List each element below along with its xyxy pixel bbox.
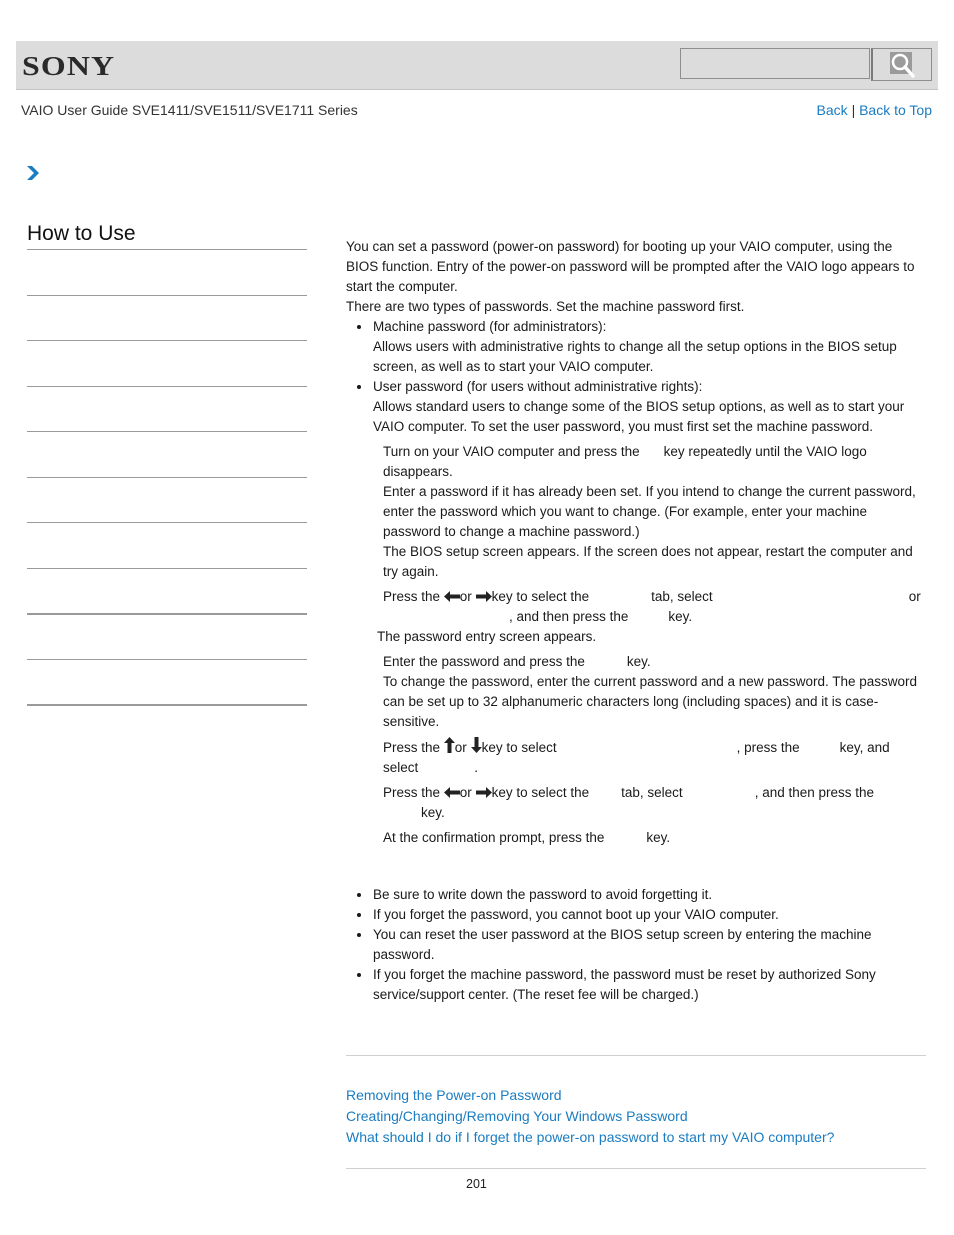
password-type-item: Machine password (for administrators): A… bbox=[346, 317, 928, 377]
step-3: Enter the password and press the key. To … bbox=[346, 652, 928, 732]
step-text-part: tab, select bbox=[651, 589, 713, 604]
step-text-part: key to select the bbox=[491, 589, 590, 604]
sidebar-item[interactable] bbox=[27, 659, 307, 660]
note-item: If you forget the password, you cannot b… bbox=[346, 905, 928, 925]
step-note: The password entry screen appears. bbox=[377, 629, 597, 644]
step-text-part: or bbox=[454, 740, 467, 755]
step-5: Press the or key to select the tab, selec… bbox=[346, 783, 928, 823]
page-number: 201 bbox=[466, 1177, 487, 1191]
step-text-part: , press the bbox=[736, 740, 800, 755]
password-type-title: Machine password (for administrators): bbox=[373, 319, 607, 334]
right-arrow-key-icon bbox=[475, 591, 492, 602]
step-text-part: key. bbox=[668, 609, 693, 624]
sony-logo[interactable]: SONY bbox=[22, 51, 115, 82]
step-note: To change the password, enter the curren… bbox=[383, 674, 918, 729]
step-text-part: Press the bbox=[383, 785, 441, 800]
divider bbox=[346, 1168, 926, 1169]
top-links: Back | Back to Top bbox=[817, 102, 932, 118]
related-link[interactable]: Creating/Changing/Removing Your Windows … bbox=[346, 1106, 834, 1127]
step-text-part: key to select the bbox=[491, 785, 590, 800]
up-arrow-key-icon bbox=[443, 737, 455, 753]
step-text-part: , and then press the bbox=[754, 785, 875, 800]
back-to-top-link[interactable]: Back to Top bbox=[859, 102, 932, 118]
intro-paragraph: You can set a password (power-on passwor… bbox=[346, 239, 915, 294]
step-text-part: key to select bbox=[481, 740, 557, 755]
step-text-part: Press the bbox=[383, 740, 441, 755]
magnifier-icon bbox=[890, 52, 915, 78]
sidebar-item[interactable] bbox=[27, 340, 307, 341]
step-text-part: or bbox=[459, 785, 472, 800]
search-input[interactable] bbox=[680, 48, 870, 79]
guide-title: VAIO User Guide SVE1411/SVE1511/SVE1711 … bbox=[21, 102, 358, 118]
step-text-part: or bbox=[459, 589, 472, 604]
sidebar-item[interactable] bbox=[27, 295, 307, 296]
step-text: Turn on your VAIO computer and press the… bbox=[383, 442, 928, 482]
step-text-part: key. bbox=[421, 805, 445, 820]
sidebar-item[interactable] bbox=[27, 386, 307, 387]
step-text-part: Turn on your VAIO computer and press the bbox=[383, 444, 640, 459]
password-type-item: User password (for users without adminis… bbox=[346, 377, 928, 437]
password-type-desc: Allows standard users to change some of … bbox=[373, 399, 905, 434]
step-note: Enter a password if it has already been … bbox=[383, 484, 916, 539]
step-text-part: key, and bbox=[839, 740, 890, 755]
step-text: Press the or key to select , press the key… bbox=[383, 737, 928, 778]
step-text-part: . bbox=[474, 760, 479, 775]
sidebar-item[interactable] bbox=[27, 704, 307, 706]
intro-paragraph: There are two types of passwords. Set th… bbox=[346, 299, 745, 314]
password-type-desc: Allows users with administrative rights … bbox=[373, 339, 897, 374]
header-bar: SONY bbox=[16, 41, 938, 90]
left-arrow-key-icon bbox=[443, 787, 460, 798]
back-link[interactable]: Back bbox=[817, 102, 848, 118]
step-note: The BIOS setup screen appears. If the sc… bbox=[383, 544, 913, 579]
main-content: You can set a password (power-on passwor… bbox=[346, 237, 928, 1005]
step-text-part: or bbox=[908, 589, 921, 604]
sidebar-item[interactable] bbox=[27, 568, 307, 569]
step-text-part: select bbox=[383, 760, 419, 775]
note-item: You can reset the user password at the B… bbox=[346, 925, 928, 965]
step-1: Turn on your VAIO computer and press the… bbox=[346, 442, 928, 582]
step-text-part: tab, select bbox=[621, 785, 683, 800]
step-text-part: key. bbox=[626, 654, 651, 669]
related-links: Removing the Power-on Password Creating/… bbox=[346, 1085, 834, 1148]
step-text: Press the or key to select the tab, selec… bbox=[383, 783, 928, 823]
chevron-right-icon[interactable] bbox=[26, 165, 40, 181]
sidebar-title: How to Use bbox=[27, 222, 136, 245]
down-arrow-key-icon bbox=[470, 737, 482, 753]
sidebar-divider bbox=[27, 249, 307, 250]
note-item: Be sure to write down the password to av… bbox=[346, 885, 928, 905]
step-text-part: At the confirmation prompt, press the bbox=[383, 830, 605, 845]
sidebar-item[interactable] bbox=[27, 431, 307, 432]
left-arrow-key-icon bbox=[443, 591, 460, 602]
sidebar-item[interactable] bbox=[27, 477, 307, 478]
sidebar-item[interactable] bbox=[27, 613, 307, 615]
step-2: Press the or key to select the tab, selec… bbox=[346, 587, 928, 647]
step-text-part: , and then press the bbox=[509, 609, 629, 624]
password-type-title: User password (for users without adminis… bbox=[373, 379, 703, 394]
step-text: Press the or key to select the tab, selec… bbox=[383, 587, 928, 627]
link-separator: | bbox=[851, 102, 856, 118]
related-link[interactable]: What should I do if I forget the power-o… bbox=[346, 1127, 834, 1148]
step-4: Press the or key to select , press the key… bbox=[346, 737, 928, 778]
notes-list: Be sure to write down the password to av… bbox=[346, 885, 928, 1005]
step-text-part: Press the bbox=[383, 589, 441, 604]
sidebar-item[interactable] bbox=[27, 522, 307, 523]
step-text-part: Enter the password and press the bbox=[383, 654, 585, 669]
step-6: At the confirmation prompt, press the key… bbox=[346, 828, 928, 848]
related-link[interactable]: Removing the Power-on Password bbox=[346, 1085, 834, 1106]
right-arrow-key-icon bbox=[475, 787, 492, 798]
search-button[interactable] bbox=[871, 48, 932, 81]
step-text: At the confirmation prompt, press the key… bbox=[383, 828, 928, 848]
step-text-part: key. bbox=[646, 830, 671, 845]
divider bbox=[346, 1055, 926, 1056]
step-text: Enter the password and press the key. bbox=[383, 652, 928, 672]
note-item: If you forget the machine password, the … bbox=[346, 965, 928, 1005]
